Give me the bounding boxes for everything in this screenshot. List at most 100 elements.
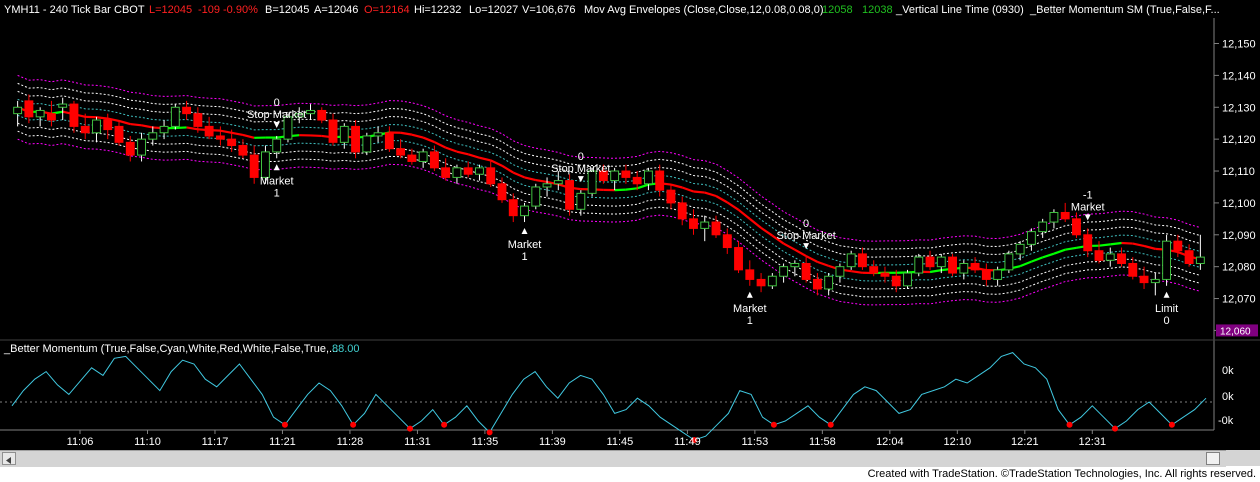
candle-body <box>1117 253 1126 264</box>
momentum-axis-label-mid: 0k <box>1222 391 1234 403</box>
moving-average-segment <box>96 116 108 120</box>
moving-average-segment <box>130 122 142 127</box>
candle-body <box>993 269 1003 280</box>
candle-body <box>1128 262 1138 277</box>
candle-body <box>925 256 935 268</box>
candle-body <box>621 170 631 178</box>
candle-body <box>1038 221 1048 233</box>
candle-body <box>655 170 665 191</box>
time-tick-label: 12:10 <box>944 436 972 448</box>
price-tick-label: 12,140 <box>1222 70 1256 82</box>
order-label: Limit <box>1155 303 1178 315</box>
candle-body <box>193 113 203 127</box>
candle-body <box>745 269 755 280</box>
candle-body <box>1195 256 1205 264</box>
candle-body <box>869 266 879 274</box>
last-price-label: 12,060 <box>1220 326 1251 337</box>
candle-body <box>812 278 822 290</box>
candle-body <box>35 109 45 118</box>
time-tick-label: 11:21 <box>269 436 296 448</box>
momentum-trough-dot <box>770 421 777 428</box>
candle-body <box>576 192 586 210</box>
candle-body <box>1173 240 1183 252</box>
candle-body <box>475 167 484 175</box>
candle-body <box>553 180 563 185</box>
header-bid: B=12045 <box>265 4 309 16</box>
candle-body <box>1026 231 1036 245</box>
order-label: 0 <box>274 97 280 109</box>
chevron-left-icon <box>6 457 11 464</box>
candle-body <box>339 125 349 143</box>
candle-body <box>790 262 800 268</box>
time-tick-label: 11:17 <box>202 436 229 448</box>
candle-body <box>418 151 428 162</box>
candle-body <box>531 186 541 207</box>
candle-body <box>722 234 732 249</box>
candle-body <box>880 272 890 277</box>
candle-body <box>351 125 360 153</box>
candle-body <box>767 275 777 287</box>
candle-body <box>92 119 101 134</box>
horizontal-scrollbar[interactable] <box>0 450 1226 467</box>
time-tick-label: 11:10 <box>134 436 161 448</box>
candle-body <box>249 154 259 178</box>
moving-average-segment <box>614 188 626 192</box>
order-sublabel: 1 <box>747 315 753 327</box>
header-vline-label: _Vertical Line Time (0930) <box>895 4 1024 16</box>
scroll-left-button[interactable] <box>2 452 16 465</box>
scrollbar-thumb[interactable] <box>1206 452 1220 465</box>
header-exchange: CBOT <box>114 4 145 16</box>
candle-body <box>429 151 439 169</box>
time-tick-label: 11:35 <box>472 436 499 448</box>
header-change-pct: -0.90% <box>223 4 258 16</box>
order-sublabel: Stop Market <box>776 230 835 242</box>
candle-body <box>824 275 834 290</box>
candle-body <box>204 125 214 137</box>
price-tick-label: 12,130 <box>1222 102 1256 114</box>
momentum-trough-dot <box>281 421 288 428</box>
momentum-trough-dot <box>407 425 413 432</box>
time-tick-label: 12:04 <box>876 436 904 448</box>
candle-body <box>170 106 180 127</box>
price-tick-label: 12,090 <box>1222 230 1256 242</box>
price-tick-label: 12,120 <box>1222 134 1256 146</box>
footer-credit: Created with TradeStation. ©TradeStation… <box>867 468 1256 480</box>
candle-body <box>801 262 811 280</box>
price-tick-label: 12,070 <box>1222 294 1256 306</box>
candle-body <box>689 218 698 229</box>
header-change: -109 <box>198 4 220 16</box>
candle-body <box>80 125 90 134</box>
order-label: Market <box>508 239 542 251</box>
momentum-trough-dot <box>1112 425 1119 432</box>
candle-body <box>24 100 34 118</box>
order-label: Market <box>733 303 767 315</box>
candle-body <box>565 180 575 210</box>
candle-body <box>159 125 169 134</box>
chart-background <box>0 0 1260 450</box>
candle-body <box>452 167 462 178</box>
header-symbol: YMH11 - 240 Tick Bar <box>4 4 111 16</box>
candle-body <box>1162 240 1172 280</box>
moving-average-segment <box>310 134 322 138</box>
chart-root: YMH11 - 240 Tick Bar CBOT L=12045 -109 -… <box>0 0 1260 482</box>
candle-body <box>779 266 789 277</box>
candle-body <box>272 138 282 153</box>
order-sublabel: Stop Market <box>551 163 610 175</box>
candle-body <box>306 109 315 115</box>
order-sublabel: 1 <box>274 187 280 199</box>
candle-body <box>1004 253 1014 271</box>
candle-body <box>643 170 653 185</box>
candle-body <box>970 262 980 271</box>
candle-body <box>914 256 924 274</box>
header-envelope-upper: 12058 <box>822 4 853 16</box>
header-low: Lo=12027 <box>469 4 518 16</box>
time-tick-label: 11:58 <box>809 436 836 448</box>
momentum-value: 88.00 <box>332 343 360 355</box>
candle-body <box>46 113 56 121</box>
candle-body <box>1060 211 1070 220</box>
candle-body <box>846 253 856 268</box>
candle-body <box>981 269 991 280</box>
time-tick-label: 11:39 <box>539 436 566 448</box>
header-open: O=12164 <box>364 4 410 16</box>
candle-body <box>362 135 372 153</box>
